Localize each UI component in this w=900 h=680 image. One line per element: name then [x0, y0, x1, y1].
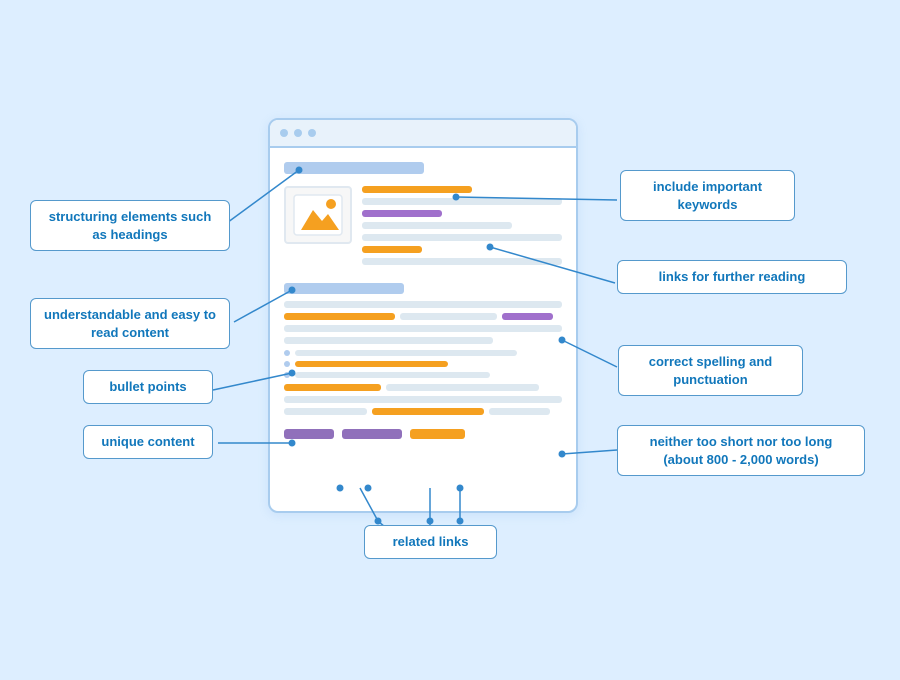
label-bullet-points: bullet points — [83, 370, 213, 404]
label-include-keywords: include important keywords — [620, 170, 795, 221]
text-line-2 — [284, 325, 562, 332]
content-line-gray-1 — [362, 198, 562, 205]
text2-gray-1 — [386, 384, 539, 391]
label-understandable: understandable and easy to read content — [30, 298, 230, 349]
bullet-dot-2 — [284, 361, 290, 367]
browser-dot-2 — [294, 129, 302, 137]
text2-orange-1 — [284, 384, 381, 391]
bullet-line-3 — [295, 372, 490, 378]
image-icon — [293, 194, 343, 236]
browser-titlebar — [270, 120, 576, 148]
page-subheading — [284, 283, 404, 294]
text2-gray-3 — [284, 408, 367, 415]
page-lines-block — [362, 186, 562, 265]
text-line-gray-1 — [400, 313, 497, 320]
text-line-purple-1 — [502, 313, 552, 320]
label-structuring-elements: structuring elements such as headings — [30, 200, 230, 251]
content-line-gray-2 — [362, 222, 512, 229]
label-neither-too-short: neither too short nor too long (about 80… — [617, 425, 865, 476]
bullet-dot-3 — [284, 372, 290, 378]
footer-link-2 — [342, 429, 402, 439]
text-line-3 — [284, 337, 493, 344]
page-text-block-2 — [284, 384, 562, 415]
content-line-gray-3 — [362, 234, 562, 241]
browser-content — [270, 148, 576, 449]
content-line-orange-1 — [362, 186, 472, 193]
text2-gray-2 — [284, 396, 562, 403]
page-hero-row — [284, 186, 562, 265]
page-image-box — [284, 186, 352, 244]
label-related-links: related links — [364, 525, 497, 559]
text2-gray-4 — [489, 408, 550, 415]
footer-link-1 — [284, 429, 334, 439]
text-line-1 — [284, 301, 562, 308]
page-footer-links — [284, 429, 562, 439]
page-bullet-block — [284, 350, 562, 378]
page-title-bar — [284, 162, 424, 174]
bullet-line-1 — [295, 350, 517, 356]
content-line-gray-4 — [362, 258, 562, 265]
text2-orange-2 — [372, 408, 483, 415]
content-line-purple-1 — [362, 210, 442, 217]
label-unique-content: unique content — [83, 425, 213, 459]
browser-window — [268, 118, 578, 513]
text-line-orange-1 — [284, 313, 395, 320]
browser-dot-1 — [280, 129, 288, 137]
bullet-line-2 — [295, 361, 448, 367]
bullet-dot-1 — [284, 350, 290, 356]
bullet-row-1 — [284, 350, 562, 356]
browser-dot-3 — [308, 129, 316, 137]
page-text-block-1 — [284, 301, 562, 344]
content-line-orange-2 — [362, 246, 422, 253]
bullet-row-2 — [284, 361, 562, 367]
label-links-further: links for further reading — [617, 260, 847, 294]
footer-link-3 — [410, 429, 465, 439]
label-correct-spelling: correct spelling and punctuation — [618, 345, 803, 396]
bullet-row-3 — [284, 372, 562, 378]
